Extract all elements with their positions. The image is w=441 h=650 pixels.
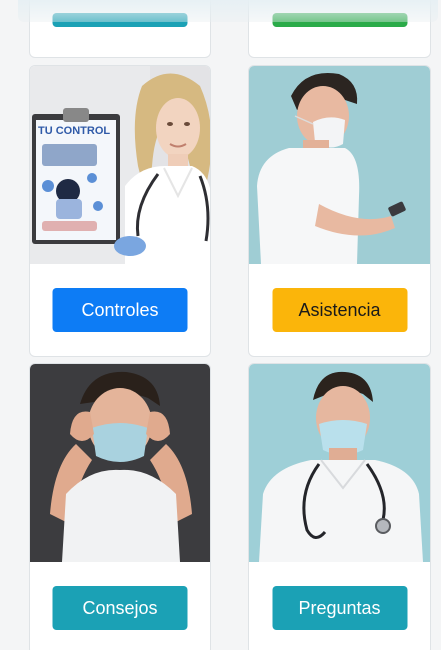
asistencia-button[interactable]: Asistencia: [272, 288, 407, 332]
doctor-with-mask-illustration: [30, 364, 210, 562]
header-overlay: [18, 0, 438, 22]
doctor-with-stethoscope-illustration: [249, 364, 430, 562]
card-asistencia: Asistencia: [248, 65, 431, 357]
doctor-with-stethoscope-photo: [249, 364, 430, 562]
card-consejos: Consejos: [29, 363, 211, 650]
doctor-with-phone-illustration: [249, 66, 430, 264]
page: TU CONTROL Controles Asistencia Consejos…: [0, 0, 441, 650]
card-controles: TU CONTROL Controles: [29, 65, 211, 357]
card-preguntas: Preguntas: [248, 363, 431, 650]
doctor-with-clipboard-illustration: TU CONTROL: [30, 66, 210, 264]
clipboard-title: TU CONTROL: [38, 125, 110, 137]
consejos-button[interactable]: Consejos: [52, 586, 188, 630]
preguntas-button[interactable]: Preguntas: [272, 586, 407, 630]
doctor-with-clipboard-photo: TU CONTROL: [30, 66, 210, 264]
controles-button[interactable]: Controles: [52, 288, 188, 332]
doctor-with-mask-photo: [30, 364, 210, 562]
doctor-with-phone-photo: [249, 66, 430, 264]
